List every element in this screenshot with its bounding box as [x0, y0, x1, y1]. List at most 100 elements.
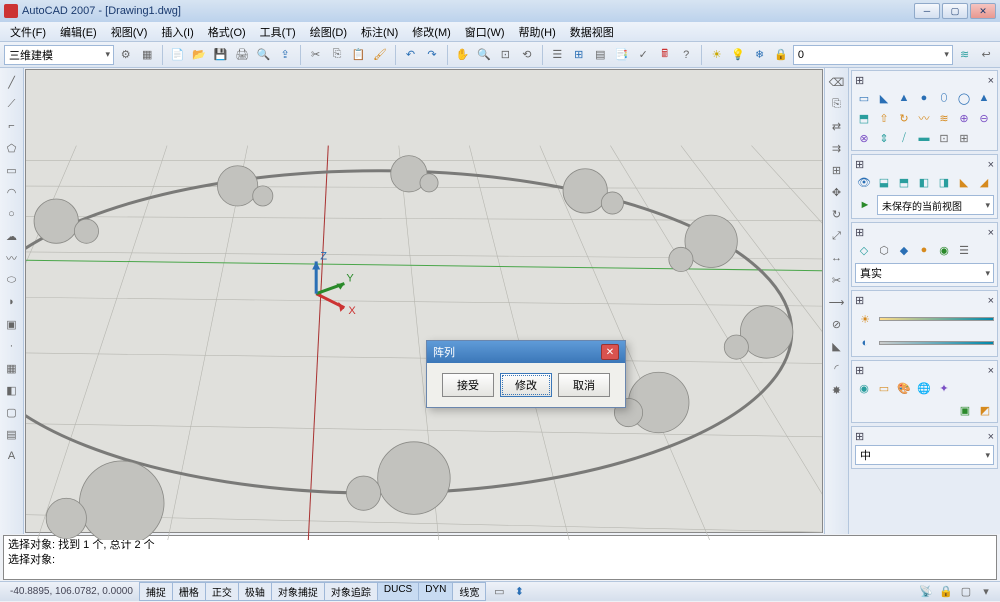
- hatch-icon[interactable]: ▦: [2, 358, 22, 378]
- sun-icon[interactable]: ☀: [707, 45, 726, 65]
- scale-icon[interactable]: ⤢: [827, 226, 847, 246]
- line-icon[interactable]: ╱: [2, 72, 22, 92]
- light-dist-icon[interactable]: ◐: [855, 333, 875, 353]
- slice-icon[interactable]: ⧸: [895, 129, 913, 147]
- vs-3dwire-icon[interactable]: ⬡: [875, 241, 893, 259]
- menu-文件f[interactable]: 文件(F): [4, 22, 52, 42]
- palette-close-icon[interactable]: ×: [988, 431, 994, 443]
- table-icon[interactable]: ▤: [2, 424, 22, 444]
- vs-conceptual-icon[interactable]: ◉: [935, 241, 953, 259]
- torus-icon[interactable]: ◯: [955, 89, 973, 107]
- light-point-icon[interactable]: ☀: [855, 309, 875, 329]
- status-DYN[interactable]: DYN: [418, 582, 453, 601]
- materials-icon[interactable]: ◉: [855, 379, 873, 397]
- palette-close-icon[interactable]: ×: [988, 227, 994, 239]
- sweep-icon[interactable]: 〰: [915, 109, 933, 127]
- cylinder-icon[interactable]: ⬯: [935, 89, 953, 107]
- palette-grip-icon[interactable]: ⊞: [855, 294, 864, 307]
- model-space-icon[interactable]: ▭: [489, 582, 509, 602]
- chamfer-icon[interactable]: ◣: [827, 336, 847, 356]
- status-对象追踪[interactable]: 对象追踪: [324, 582, 378, 601]
- polysolid-icon[interactable]: ⬒: [855, 109, 873, 127]
- dialog-close-button[interactable]: ✕: [601, 344, 619, 360]
- se-iso-icon[interactable]: ◢: [975, 173, 993, 191]
- arc-icon[interactable]: ◠: [2, 182, 22, 202]
- presspull-icon[interactable]: ⇕: [875, 129, 893, 147]
- fillet-icon[interactable]: ◜: [827, 358, 847, 378]
- open-icon[interactable]: 📂: [189, 45, 208, 65]
- left-view-icon[interactable]: ◧: [915, 173, 933, 191]
- render-env-icon[interactable]: 🌐: [915, 379, 933, 397]
- tray-lock-icon[interactable]: 🔒: [936, 582, 956, 602]
- erase-icon[interactable]: ⌫: [827, 72, 847, 92]
- status-栅格[interactable]: 栅格: [172, 582, 206, 601]
- command-line[interactable]: 选择对象: 找到 1 个, 总计 2 个 选择对象:: [3, 535, 997, 580]
- menu-修改m[interactable]: 修改(M): [406, 22, 457, 42]
- menu-标注n[interactable]: 标注(N): [355, 22, 404, 42]
- array-icon[interactable]: ⊞: [827, 160, 847, 180]
- thicken-icon[interactable]: ▬: [915, 129, 933, 147]
- vs-manage-icon[interactable]: ☰: [955, 241, 973, 259]
- polyline-icon[interactable]: ⌐: [2, 116, 22, 136]
- palette-grip-icon[interactable]: ⊞: [855, 74, 864, 87]
- vs-realistic-icon[interactable]: ●: [915, 241, 933, 259]
- cut-icon[interactable]: ✂: [306, 45, 325, 65]
- trim-icon[interactable]: ✂: [827, 270, 847, 290]
- toolbar-grip-icon[interactable]: ▦: [137, 45, 156, 65]
- region-icon[interactable]: ▢: [2, 402, 22, 422]
- accept-button[interactable]: 接受: [442, 373, 494, 397]
- text-icon[interactable]: A: [2, 446, 22, 466]
- redo-icon[interactable]: ↷: [422, 45, 441, 65]
- zoom-window-icon[interactable]: ⊡: [496, 45, 515, 65]
- menu-数据视图[interactable]: 数据视图: [564, 22, 620, 42]
- vs-hidden-icon[interactable]: ◆: [895, 241, 913, 259]
- qcalc-icon[interactable]: 🖩: [655, 45, 674, 65]
- zoom-previous-icon[interactable]: ⟲: [517, 45, 536, 65]
- render-icon[interactable]: 🎨: [895, 379, 913, 397]
- cone-icon[interactable]: ▲: [895, 89, 913, 107]
- copy-icon[interactable]: ⎘: [327, 45, 346, 65]
- imprint-icon[interactable]: ⊡: [935, 129, 953, 147]
- bottom-view-icon[interactable]: ⬒: [895, 173, 913, 191]
- gradient-icon[interactable]: ◧: [2, 380, 22, 400]
- rectangle-icon[interactable]: ▭: [2, 160, 22, 180]
- block-icon[interactable]: ▣: [2, 314, 22, 334]
- minimize-button[interactable]: ─: [914, 3, 940, 19]
- menu-工具t[interactable]: 工具(T): [254, 22, 302, 42]
- layer-manager-icon[interactable]: ≋: [955, 45, 974, 65]
- drawing-canvas[interactable]: X Y Z: [26, 70, 822, 540]
- render-region-icon[interactable]: ▣: [956, 401, 974, 419]
- viewport[interactable]: X Y Z 阵列 ✕ 接受 修改 取消: [25, 69, 823, 533]
- modify-button[interactable]: 修改: [500, 373, 552, 397]
- explode-icon[interactable]: ✸: [827, 380, 847, 400]
- publish-icon[interactable]: ⇪: [275, 45, 294, 65]
- polygon-icon[interactable]: ⬠: [2, 138, 22, 158]
- extrude-icon[interactable]: ⇧: [875, 109, 893, 127]
- top-view-icon[interactable]: ⬓: [875, 173, 893, 191]
- sphere-icon[interactable]: ●: [915, 89, 933, 107]
- right-view-icon[interactable]: ◨: [935, 173, 953, 191]
- adv-render-icon[interactable]: ✦: [935, 379, 953, 397]
- status-toggle-icon[interactable]: ⬍: [509, 582, 529, 602]
- palette-close-icon[interactable]: ×: [988, 159, 994, 171]
- menu-视图v[interactable]: 视图(V): [105, 22, 154, 42]
- menu-插入i[interactable]: 插入(I): [155, 22, 199, 42]
- unit-combo[interactable]: 中: [855, 445, 994, 465]
- revolve-icon[interactable]: ↻: [895, 109, 913, 127]
- palette-close-icon[interactable]: ×: [988, 365, 994, 377]
- stretch-icon[interactable]: ↔: [827, 248, 847, 268]
- match-props-icon[interactable]: 🖌: [370, 45, 389, 65]
- clean-screen-icon[interactable]: ▢: [956, 582, 976, 602]
- palette-close-icon[interactable]: ×: [988, 75, 994, 87]
- properties-icon[interactable]: ☰: [548, 45, 567, 65]
- light-slider[interactable]: [879, 317, 994, 321]
- spline-icon[interactable]: 〰: [2, 248, 22, 268]
- design-center-icon[interactable]: ⊞: [569, 45, 588, 65]
- pyramid-icon[interactable]: ▲: [975, 89, 993, 107]
- help-icon[interactable]: ?: [676, 45, 695, 65]
- break-icon[interactable]: ⊘: [827, 314, 847, 334]
- layer-combo[interactable]: 0: [793, 45, 953, 65]
- intersect-icon[interactable]: ⊗: [855, 129, 873, 147]
- render-crop-icon[interactable]: ◩: [976, 401, 994, 419]
- paste-icon[interactable]: 📋: [349, 45, 368, 65]
